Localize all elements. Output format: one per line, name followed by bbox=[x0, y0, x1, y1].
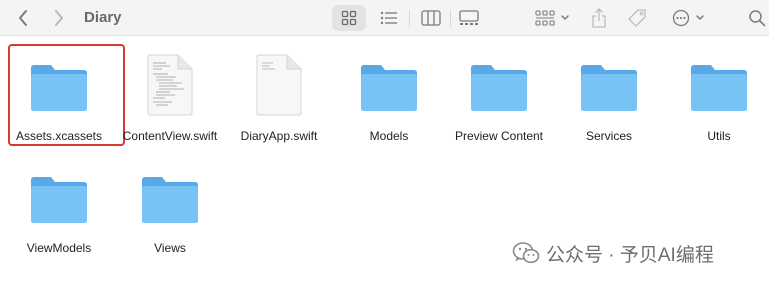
search-button[interactable] bbox=[744, 0, 769, 36]
chevron-right-icon bbox=[55, 10, 63, 26]
folder-icon bbox=[471, 65, 527, 111]
ellipsis-circle-icon bbox=[672, 9, 689, 27]
window-title: Diary bbox=[84, 9, 122, 26]
folder-icon bbox=[31, 65, 87, 111]
more-actions-button[interactable] bbox=[666, 0, 710, 36]
file-name-label: ViewModels bbox=[26, 241, 92, 255]
file-name-label: Models bbox=[369, 129, 409, 143]
icon-view-button[interactable] bbox=[332, 5, 366, 31]
folder-icon bbox=[581, 65, 637, 111]
share-icon bbox=[592, 8, 606, 28]
swift-document-icon bbox=[256, 54, 302, 116]
chevron-down-icon bbox=[695, 15, 704, 21]
search-icon bbox=[749, 10, 766, 27]
chevron-down-icon bbox=[560, 15, 569, 21]
list-view-button[interactable] bbox=[372, 0, 406, 36]
chevron-left-icon bbox=[19, 10, 27, 26]
folder-item-models[interactable]: Models bbox=[334, 36, 444, 156]
swift-document-icon bbox=[147, 54, 193, 116]
finder-toolbar: Diary bbox=[0, 0, 769, 36]
file-name-label: DiaryApp.swift bbox=[240, 129, 318, 143]
column-view-button[interactable] bbox=[414, 0, 448, 36]
file-item-contentview[interactable]: ContentView.swift bbox=[115, 36, 225, 156]
file-name-label: Preview Content bbox=[454, 129, 544, 143]
folder-icon bbox=[691, 65, 747, 111]
folder-item-viewmodels[interactable]: ViewModels bbox=[4, 150, 114, 270]
columns-icon bbox=[421, 10, 441, 26]
folder-item-utils[interactable]: Utils bbox=[664, 36, 769, 156]
list-icon bbox=[380, 11, 397, 25]
share-button[interactable] bbox=[586, 0, 612, 36]
file-name-label: ContentView.swift bbox=[122, 129, 218, 143]
gallery-icon bbox=[459, 10, 479, 25]
folder-icon bbox=[142, 177, 198, 223]
gallery-view-button[interactable] bbox=[452, 0, 486, 36]
folder-item-assets[interactable]: Assets.xcassets bbox=[4, 36, 114, 156]
file-item-diaryapp[interactable]: DiaryApp.swift bbox=[224, 36, 334, 156]
back-button[interactable] bbox=[10, 0, 36, 36]
folder-icon bbox=[31, 177, 87, 223]
file-name-label: Utils bbox=[707, 129, 731, 143]
wechat-icon bbox=[512, 242, 540, 264]
folder-icon bbox=[361, 65, 417, 111]
watermark: 公众号 · 予贝AI编程 bbox=[512, 240, 714, 266]
toolbar-divider bbox=[450, 10, 451, 27]
folder-item-services[interactable]: Services bbox=[554, 36, 664, 156]
grid-icon bbox=[341, 10, 357, 26]
tag-button[interactable] bbox=[622, 0, 652, 36]
file-name-label: Assets.xcassets bbox=[15, 129, 103, 143]
folder-item-preview-content[interactable]: Preview Content bbox=[444, 36, 554, 156]
group-grid-icon bbox=[534, 10, 555, 26]
watermark-text: 公众号 · 予贝AI编程 bbox=[546, 244, 714, 266]
folder-item-views[interactable]: Views bbox=[115, 150, 225, 270]
file-name-label: Services bbox=[585, 129, 632, 143]
file-name-label: Views bbox=[154, 241, 186, 255]
forward-button[interactable] bbox=[46, 0, 72, 36]
tag-icon bbox=[628, 9, 646, 27]
toolbar-divider bbox=[409, 10, 410, 27]
group-by-button[interactable] bbox=[528, 0, 576, 36]
